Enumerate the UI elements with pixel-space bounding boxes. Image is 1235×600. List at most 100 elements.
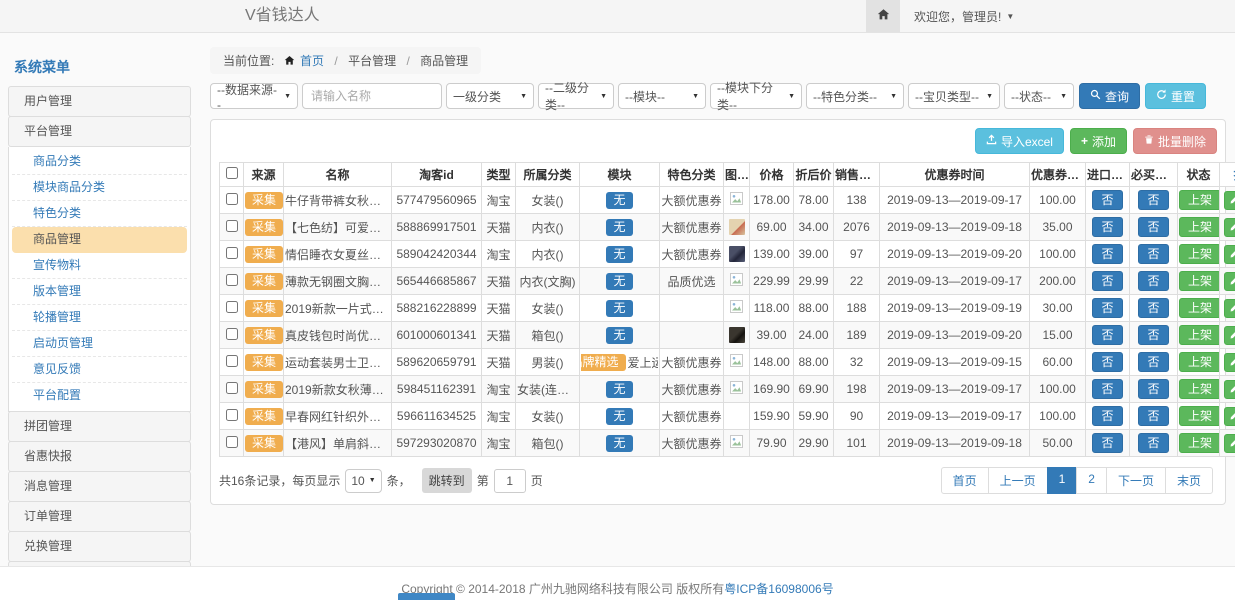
status-toggle[interactable]: 上架	[1179, 298, 1220, 318]
sidebar-item-宣传物料[interactable]: 宣传物料	[12, 253, 187, 279]
module-none-badge[interactable]: 无	[606, 273, 632, 290]
module-none-badge[interactable]: 无	[606, 300, 632, 317]
edit-button[interactable]	[1224, 326, 1235, 345]
module-badge[interactable]: 品牌精选	[581, 354, 626, 371]
pager-末页[interactable]: 末页	[1165, 467, 1213, 494]
import-optional-toggle[interactable]: 否	[1092, 433, 1122, 453]
status-toggle[interactable]: 上架	[1179, 271, 1220, 291]
filter-select-6[interactable]: --特色分类--▼	[806, 83, 904, 109]
header-home-button[interactable]	[866, 0, 900, 32]
sidebar-item-启动页管理[interactable]: 启动页管理	[12, 331, 187, 357]
pager-1[interactable]: 1	[1047, 467, 1078, 494]
must-buy-toggle[interactable]: 否	[1138, 190, 1168, 210]
edit-button[interactable]	[1224, 218, 1235, 237]
edit-button[interactable]	[1224, 191, 1235, 210]
import-optional-toggle[interactable]: 否	[1092, 244, 1122, 264]
module-none-badge[interactable]: 无	[606, 381, 632, 398]
import-optional-toggle[interactable]: 否	[1092, 217, 1122, 237]
sidebar-item-模块商品分类[interactable]: 模块商品分类	[12, 175, 187, 201]
sidebar-group-省惠快报[interactable]: 省惠快报	[8, 441, 191, 472]
import-optional-toggle[interactable]: 否	[1092, 325, 1122, 345]
icp-link[interactable]: 粤ICP备16098006号	[724, 582, 833, 596]
status-toggle[interactable]: 上架	[1179, 190, 1220, 210]
edit-button[interactable]	[1224, 434, 1235, 453]
per-page-select[interactable]: 10 ▼	[345, 469, 381, 493]
row-checkbox[interactable]	[226, 274, 238, 286]
welcome-user-dropdown[interactable]: 欢迎您，管理员!	[914, 8, 1001, 25]
sidebar-item-商品分类[interactable]: 商品分类	[12, 149, 187, 175]
must-buy-toggle[interactable]: 否	[1138, 298, 1168, 318]
jump-page-input[interactable]	[494, 469, 526, 493]
must-buy-toggle[interactable]: 否	[1138, 352, 1168, 372]
row-checkbox[interactable]	[226, 355, 238, 367]
import-optional-toggle[interactable]: 否	[1092, 298, 1122, 318]
import-optional-toggle[interactable]: 否	[1092, 352, 1122, 372]
pager-首页[interactable]: 首页	[941, 467, 989, 494]
edit-button[interactable]	[1224, 245, 1235, 264]
filter-select-0[interactable]: --数据来源--▼	[210, 83, 298, 109]
must-buy-toggle[interactable]: 否	[1138, 379, 1168, 399]
edit-button[interactable]	[1224, 407, 1235, 426]
batch-delete-button[interactable]: 批量删除	[1133, 128, 1217, 154]
must-buy-toggle[interactable]: 否	[1138, 433, 1168, 453]
import-optional-toggle[interactable]: 否	[1092, 271, 1122, 291]
name-search-input[interactable]	[302, 83, 442, 109]
status-toggle[interactable]: 上架	[1179, 325, 1220, 345]
reset-button[interactable]: 重置	[1145, 83, 1206, 109]
row-checkbox[interactable]	[226, 193, 238, 205]
filter-select-7[interactable]: --宝贝类型--▼	[908, 83, 1000, 109]
status-toggle[interactable]: 上架	[1179, 217, 1220, 237]
sidebar-item-特色分类[interactable]: 特色分类	[12, 201, 187, 227]
row-checkbox[interactable]	[226, 409, 238, 421]
status-toggle[interactable]: 上架	[1179, 406, 1220, 426]
search-button[interactable]: 查询	[1079, 83, 1140, 109]
filter-select-4[interactable]: --模块--▼	[618, 83, 706, 109]
filter-select-3[interactable]: --二级分类--▼	[538, 83, 614, 109]
status-toggle[interactable]: 上架	[1179, 379, 1220, 399]
sidebar-item-轮播管理[interactable]: 轮播管理	[12, 305, 187, 331]
row-checkbox[interactable]	[226, 301, 238, 313]
must-buy-toggle[interactable]: 否	[1138, 406, 1168, 426]
edit-button[interactable]	[1224, 299, 1235, 318]
breadcrumb-item-platform[interactable]: 平台管理	[348, 54, 396, 68]
sidebar-item-版本管理[interactable]: 版本管理	[12, 279, 187, 305]
sidebar-group-0[interactable]: 用户管理	[8, 86, 191, 117]
sidebar-group-兑换管理[interactable]: 兑换管理	[8, 531, 191, 562]
must-buy-toggle[interactable]: 否	[1138, 217, 1168, 237]
sidebar-item-平台配置[interactable]: 平台配置	[12, 383, 187, 409]
module-none-badge[interactable]: 无	[606, 327, 632, 344]
edit-button[interactable]	[1224, 353, 1235, 372]
must-buy-toggle[interactable]: 否	[1138, 325, 1168, 345]
module-none-badge[interactable]: 无	[606, 192, 632, 209]
jump-button[interactable]: 跳转到	[422, 468, 472, 493]
filter-select-8[interactable]: --状态--▼	[1004, 83, 1074, 109]
must-buy-toggle[interactable]: 否	[1138, 271, 1168, 291]
filter-select-2[interactable]: 一级分类▼	[446, 83, 534, 109]
pager-下一页[interactable]: 下一页	[1106, 467, 1166, 494]
row-checkbox[interactable]	[226, 436, 238, 448]
must-buy-toggle[interactable]: 否	[1138, 244, 1168, 264]
add-button[interactable]: + 添加	[1070, 128, 1127, 154]
sidebar-group-消息管理[interactable]: 消息管理	[8, 471, 191, 502]
module-none-badge[interactable]: 无	[606, 435, 632, 452]
sidebar-group-拼团管理[interactable]: 拼团管理	[8, 411, 191, 442]
module-none-badge[interactable]: 无	[606, 219, 632, 236]
import-optional-toggle[interactable]: 否	[1092, 406, 1122, 426]
filter-select-5[interactable]: --模块下分类--▼	[710, 83, 802, 109]
edit-button[interactable]	[1224, 380, 1235, 399]
sidebar-group-1[interactable]: 平台管理	[8, 116, 191, 147]
import-excel-button[interactable]: 导入excel	[975, 128, 1064, 154]
module-none-badge[interactable]: 无	[606, 246, 632, 263]
sidebar-item-意见反馈[interactable]: 意见反馈	[12, 357, 187, 383]
status-toggle[interactable]: 上架	[1179, 433, 1220, 453]
edit-button[interactable]	[1224, 272, 1235, 291]
select-all-checkbox[interactable]	[226, 167, 238, 179]
sidebar-group-订单管理[interactable]: 订单管理	[8, 501, 191, 532]
row-checkbox[interactable]	[226, 328, 238, 340]
status-toggle[interactable]: 上架	[1179, 352, 1220, 372]
breadcrumb-home-link[interactable]: 首页	[300, 54, 324, 68]
status-toggle[interactable]: 上架	[1179, 244, 1220, 264]
pager-2[interactable]: 2	[1076, 467, 1107, 494]
module-none-badge[interactable]: 无	[606, 408, 632, 425]
sidebar-item-商品管理[interactable]: 商品管理	[12, 227, 187, 253]
